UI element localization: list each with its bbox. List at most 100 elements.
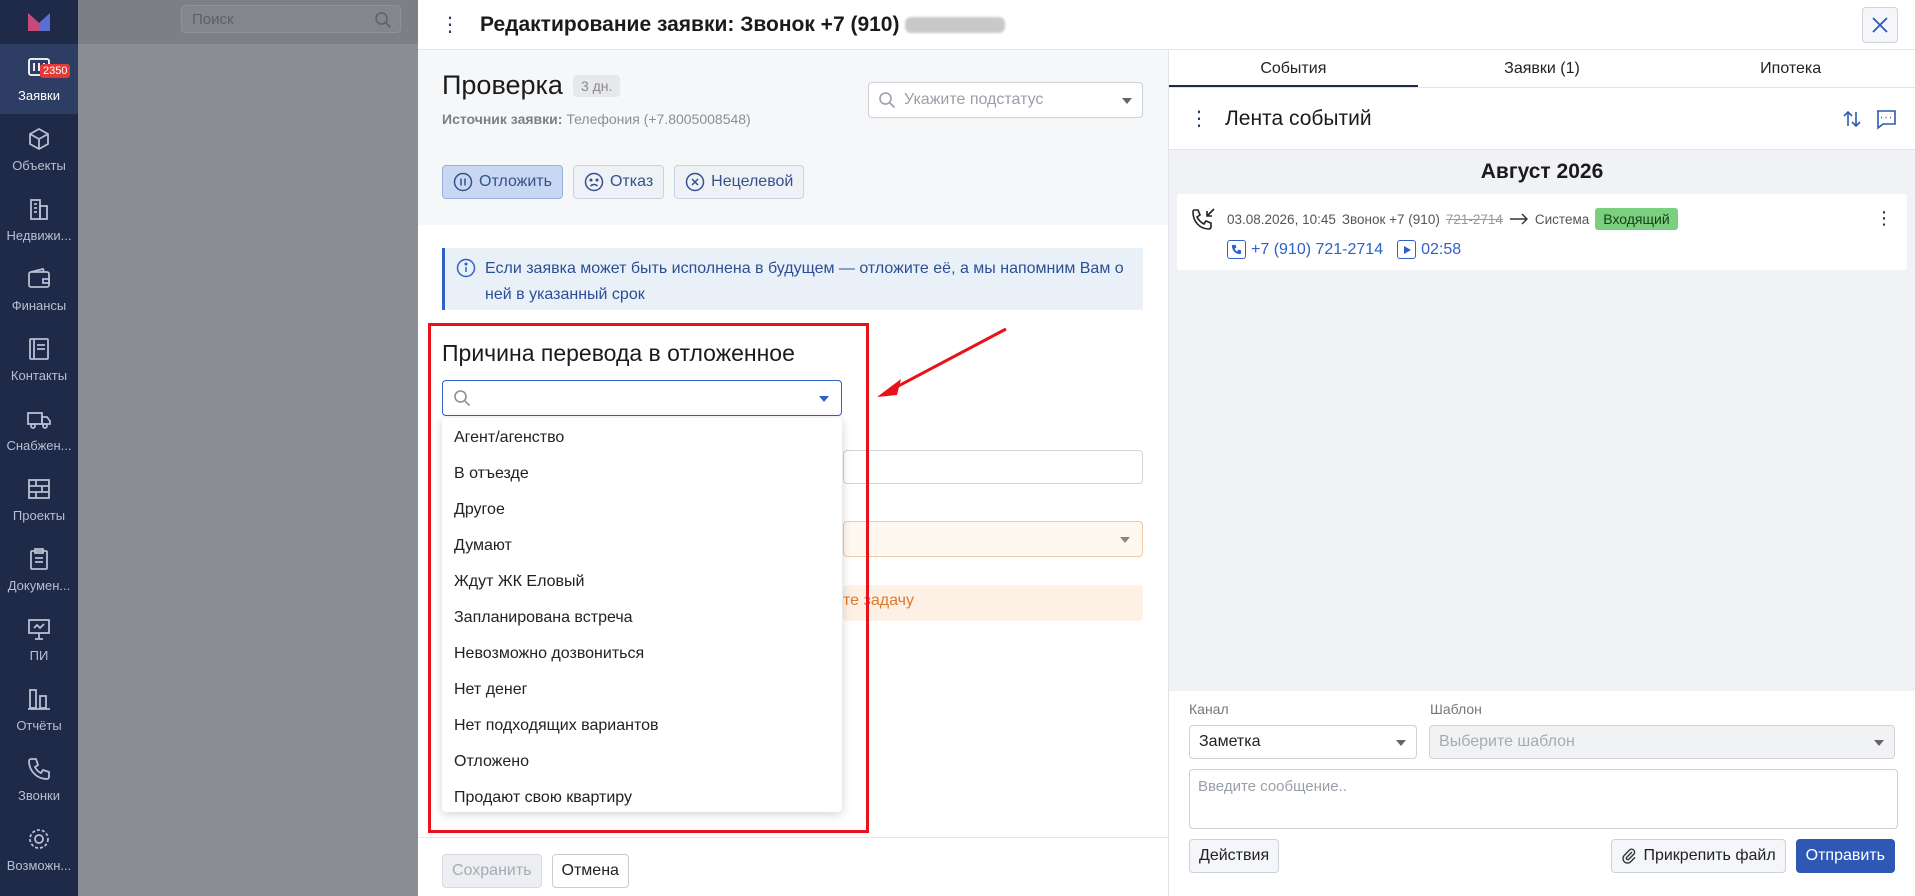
sidebar-item-contacts[interactable]: Контакты xyxy=(0,324,78,394)
dropdown-option[interactable]: Отложено xyxy=(442,744,842,780)
sidebar-item-finance[interactable]: Финансы xyxy=(0,254,78,324)
event-phone-link[interactable]: +7 (910) 721-2714 xyxy=(1227,240,1383,259)
dropdown-option[interactable]: В отъезде xyxy=(442,456,842,492)
status-section: Проверка 3 дн. Источник заявки: Телефони… xyxy=(418,50,1168,225)
composer-selects: Заметка Выберите шаблон xyxy=(1189,725,1895,759)
tab-mortgage[interactable]: Ипотека xyxy=(1666,50,1915,87)
tab-requests[interactable]: Заявки (1) xyxy=(1418,50,1667,87)
sidebar-item-projects[interactable]: Проекты xyxy=(0,464,78,534)
wallet-icon xyxy=(28,267,50,288)
substatus-select[interactable]: Укажите подстатус xyxy=(868,82,1143,118)
call-recording-player[interactable]: 02:58 xyxy=(1397,240,1461,259)
reject-button[interactable]: Отказ xyxy=(572,165,665,199)
paperclip-icon xyxy=(1622,848,1636,864)
chevron-down-icon xyxy=(1120,537,1130,543)
global-search-placeholder: Поиск xyxy=(192,11,234,28)
arrow-right-icon xyxy=(1509,213,1528,225)
attach-file-button[interactable]: Прикрепить файл xyxy=(1611,839,1786,873)
sidebar-item-label: Звонки xyxy=(18,787,60,803)
cube-icon xyxy=(29,127,49,150)
channel-select[interactable]: Заметка xyxy=(1189,725,1418,759)
pause-icon xyxy=(453,172,473,192)
brick-icon xyxy=(28,478,50,499)
send-group: Прикрепить файл Отправить xyxy=(1611,839,1895,873)
template-select[interactable]: Выберите шаблон xyxy=(1429,725,1895,759)
reminder-date-select[interactable] xyxy=(843,521,1143,557)
event-menu-icon[interactable]: ⋮ xyxy=(1875,208,1893,229)
composer-actions: Действия Прикрепить файл Отправить xyxy=(1189,839,1895,873)
events-pane: События Заявки (1) Ипотека ⋮ Лента событ… xyxy=(1168,50,1915,896)
postpone-reason-select[interactable] xyxy=(442,380,842,416)
dropdown-option[interactable]: Ждут ЖК Еловый xyxy=(442,564,842,600)
sidebar-item-features[interactable]: Возможн... xyxy=(0,814,78,884)
app-logo[interactable] xyxy=(0,0,78,44)
main-sidebar: 2350 Заявки Объекты Недвижи... Финансы К… xyxy=(0,0,78,896)
sidebar-item-requests[interactable]: 2350 Заявки xyxy=(0,44,78,114)
sidebar-item-label: Заявки xyxy=(18,87,60,103)
sidebar-item-supply[interactable]: Снабжен... xyxy=(0,394,78,464)
sidebar-item-label: Докумен... xyxy=(7,577,71,593)
event-target: Система xyxy=(1534,211,1590,227)
composer-labels: Канал Шаблон xyxy=(1189,701,1895,717)
sidebar-item-reports[interactable]: Отчёты xyxy=(0,674,78,744)
sidebar-item-label: ПИ xyxy=(29,647,49,663)
postpone-reason-dropdown: Агент/агенство В отъезде Другое Думают Ж… xyxy=(442,418,842,812)
request-form-pane: Проверка 3 дн. Источник заявки: Телефони… xyxy=(418,50,1168,896)
dropdown-option[interactable]: Нет денег xyxy=(442,672,842,708)
feed-header: ⋮ Лента событий xyxy=(1169,88,1915,150)
save-button[interactable]: Сохранить xyxy=(442,854,542,888)
modal-footer: Сохранить Отмена xyxy=(418,837,1168,896)
global-search-input[interactable]: Поиск xyxy=(181,5,401,33)
status-days-badge: 3 дн. xyxy=(572,74,621,97)
sidebar-item-objects[interactable]: Объекты xyxy=(0,114,78,184)
gear-icon xyxy=(29,828,49,849)
dropdown-option[interactable]: Невозможно дозвониться xyxy=(442,636,842,672)
postpone-info: Если заявка может быть исполнена в будущ… xyxy=(442,248,1143,310)
message-input[interactable]: Введите сообщение.. xyxy=(1189,769,1898,829)
event-summary: 03.08.2026, 10:45 Звонок +7 (910) 721-27… xyxy=(1227,208,1678,230)
comment-icon[interactable] xyxy=(1875,108,1897,130)
sidebar-item-calls[interactable]: Звонки xyxy=(0,744,78,814)
sidebar-item-pi[interactable]: ПИ xyxy=(0,604,78,674)
sidebar-item-label: Недвижи... xyxy=(6,227,72,243)
comment-field[interactable] xyxy=(843,450,1143,484)
dropdown-option[interactable]: Другое xyxy=(442,492,842,528)
dropdown-option[interactable]: Запланирована встреча xyxy=(442,600,842,636)
chevron-down-icon xyxy=(1122,98,1132,104)
cancel-button[interactable]: Отмена xyxy=(551,854,629,888)
dropdown-option[interactable]: Агент/агенство xyxy=(442,420,842,456)
edit-request-modal: ⋮ Редактирование заявки: Звонок +7 (910)… xyxy=(418,0,1915,896)
sidebar-item-label: Возможн... xyxy=(6,857,72,873)
event-description: Звонок +7 (910) xyxy=(1341,211,1440,227)
chevron-down-icon xyxy=(819,396,829,402)
nontarget-button[interactable]: Нецелевой xyxy=(674,165,805,199)
close-button[interactable] xyxy=(1862,7,1898,43)
message-composer: Канал Шаблон Заметка Выберите шаблон Вве… xyxy=(1169,691,1915,896)
postpone-reason-title: Причина перевода в отложенное xyxy=(442,340,795,366)
send-button[interactable]: Отправить xyxy=(1795,839,1895,873)
month-header: Август 2026 xyxy=(1480,160,1604,183)
presentation-icon xyxy=(28,618,50,640)
sidebar-item-realty[interactable]: Недвижи... xyxy=(0,184,78,254)
dropdown-option[interactable]: Продают свою квартиру xyxy=(442,780,842,816)
sidebar-item-documents[interactable]: Докумен... xyxy=(0,534,78,604)
tab-events[interactable]: События xyxy=(1169,50,1418,87)
modal-menu-icon[interactable]: ⋮ xyxy=(440,12,460,37)
actions-button[interactable]: Действия xyxy=(1189,839,1280,873)
postpone-button[interactable]: Отложить xyxy=(442,165,563,199)
sort-icon[interactable] xyxy=(1841,108,1863,130)
clipboard-icon xyxy=(30,547,48,570)
status-badge: Входящий xyxy=(1595,208,1678,230)
phone-icon xyxy=(28,757,50,780)
create-task-link[interactable]: те задачу xyxy=(843,585,1143,621)
contacts-icon xyxy=(29,337,49,360)
call-duration: 02:58 xyxy=(1421,240,1462,258)
building-icon xyxy=(30,198,48,220)
close-icon xyxy=(1872,17,1888,33)
sad-face-icon xyxy=(584,172,604,192)
dropdown-option[interactable]: Нет подходящих вариантов xyxy=(442,708,842,744)
info-icon xyxy=(456,258,476,278)
search-icon xyxy=(454,390,471,407)
dropdown-option[interactable]: Думают xyxy=(442,528,842,564)
feed-menu-icon[interactable]: ⋮ xyxy=(1189,106,1209,131)
